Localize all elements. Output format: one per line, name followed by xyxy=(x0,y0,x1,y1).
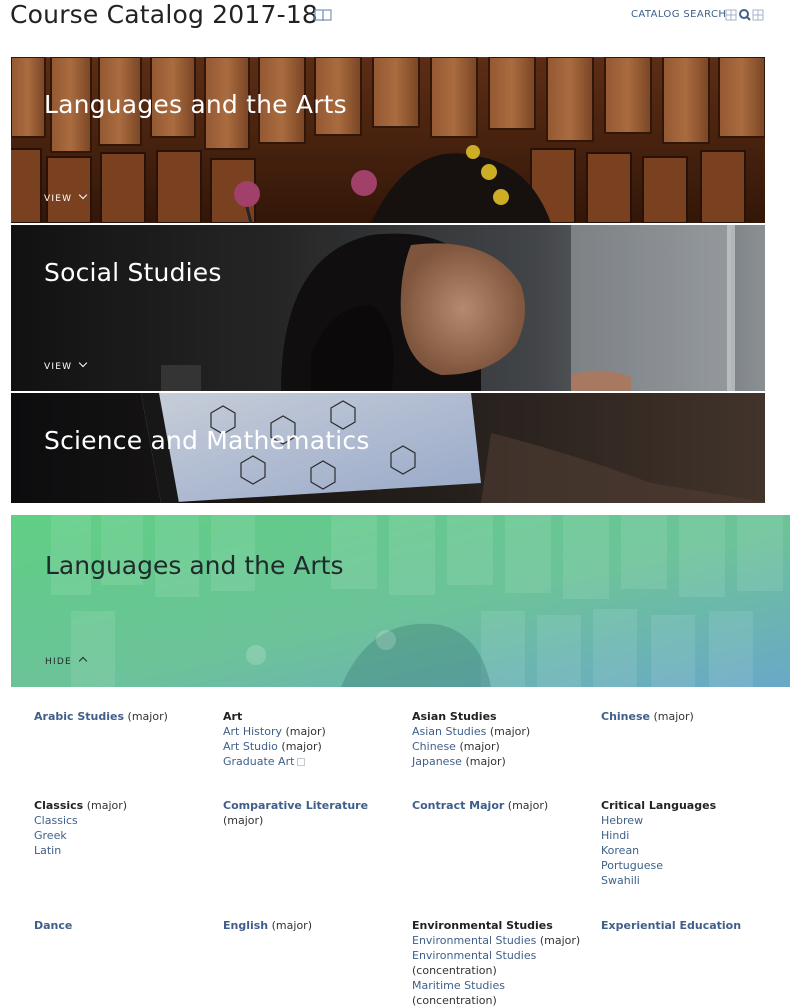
program-link[interactable]: Art Studio xyxy=(223,740,278,753)
banner-title: Science and Mathematics xyxy=(44,426,370,455)
program-art: Art Art History (major) Art Studio (majo… xyxy=(223,709,403,769)
program-note: (major) xyxy=(271,919,312,932)
external-link-icon xyxy=(297,758,306,766)
program-comparative-literature: Comparative Literature (major) xyxy=(223,798,403,828)
toggle-label: VIEW xyxy=(44,194,73,204)
program-link[interactable]: Environmental Studies xyxy=(412,949,536,962)
program-english: English (major) xyxy=(223,918,403,933)
expanded-banner-background xyxy=(11,515,790,687)
program-heading: Asian Studies xyxy=(412,710,497,723)
hide-toggle[interactable]: HIDE xyxy=(45,656,88,667)
student-photo xyxy=(11,225,765,391)
page-title: Course Catalog 2017-18 xyxy=(10,0,319,29)
toggle-label: HIDE xyxy=(45,657,72,667)
program-chinese: Chinese (major) xyxy=(601,709,781,724)
program-heading: Environmental Studies xyxy=(412,919,553,932)
program-link[interactable]: Contract Major xyxy=(412,799,504,812)
program-experiential-education: Experiential Education xyxy=(601,918,781,933)
program-note: (concentration) xyxy=(412,964,497,977)
toggle-label: VIEW xyxy=(44,362,73,372)
program-note: (major) xyxy=(653,710,694,723)
program-heading: Critical Languages xyxy=(601,799,717,812)
program-link[interactable]: Dance xyxy=(34,919,72,932)
program-dance: Dance xyxy=(34,918,214,933)
program-note: (concentration) xyxy=(412,994,497,1006)
program-link[interactable]: Latin xyxy=(34,843,214,858)
program-link[interactable]: Graduate Art xyxy=(223,755,294,768)
program-link[interactable]: Chinese xyxy=(412,740,456,753)
program-note: (major) xyxy=(465,755,506,768)
program-contract-major: Contract Major (major) xyxy=(412,798,592,813)
program-link[interactable]: Classics xyxy=(34,813,214,828)
program-asian-studies: Asian Studies Asian Studies (major) Chin… xyxy=(412,709,592,769)
program-critical-languages: Critical Languages Hebrew Hindi Korean P… xyxy=(601,798,781,888)
program-note: (major) xyxy=(459,740,500,753)
book-icon[interactable] xyxy=(314,8,332,22)
program-link[interactable]: English xyxy=(223,919,268,932)
program-arabic-studies: Arabic Studies (major) xyxy=(34,709,214,724)
program-environmental-studies: Environmental Studies Environmental Stud… xyxy=(412,918,592,1006)
marimba-photo xyxy=(11,57,765,223)
program-link[interactable]: Environmental Studies xyxy=(412,934,536,947)
chevron-up-icon xyxy=(78,656,88,666)
expanded-title: Languages and the Arts xyxy=(45,551,344,580)
banner-title: Social Studies xyxy=(44,258,222,287)
view-toggle[interactable]: VIEW xyxy=(44,190,88,204)
catalog-search-link[interactable]: CATALOG SEARCH xyxy=(631,9,726,20)
program-link[interactable]: Swahili xyxy=(601,873,781,888)
program-link[interactable]: Korean xyxy=(601,843,781,858)
program-note: (major) xyxy=(507,799,549,812)
program-note: (major) xyxy=(489,725,531,738)
banner-title: Languages and the Arts xyxy=(44,90,347,119)
program-note: (major) xyxy=(127,710,168,723)
program-link[interactable]: Chinese xyxy=(601,710,650,723)
program-note: (major) xyxy=(285,725,326,738)
program-link[interactable]: Arabic Studies xyxy=(34,710,124,723)
program-heading: Art xyxy=(223,710,243,723)
program-note: (major) xyxy=(281,740,322,753)
expanded-section-languages-arts: Languages and the Arts HIDE xyxy=(11,515,790,687)
program-note: (major) xyxy=(223,814,264,827)
top-bar: Course Catalog 2017-18 CATALOG SEARCH xyxy=(0,0,800,40)
program-note: (major) xyxy=(86,799,128,812)
program-link[interactable]: Experiential Education xyxy=(601,919,741,932)
program-link[interactable]: Greek xyxy=(34,828,214,843)
program-link[interactable]: Hindi xyxy=(601,828,781,843)
program-link[interactable]: Asian Studies xyxy=(412,725,486,738)
program-note: (major) xyxy=(539,934,581,947)
banner-science-math[interactable]: Science and Mathematics xyxy=(11,393,765,503)
program-heading: Classics xyxy=(34,799,84,812)
program-classics: Classics (major) Classics Greek Latin xyxy=(34,798,214,858)
search-icon[interactable] xyxy=(725,8,765,22)
program-link[interactable]: Comparative Literature xyxy=(223,799,368,812)
program-link[interactable]: Art History xyxy=(223,725,282,738)
view-toggle[interactable]: VIEW xyxy=(44,358,88,372)
program-link[interactable]: Hebrew xyxy=(601,813,781,828)
banner-social-studies[interactable]: Social Studies VIEW xyxy=(11,225,765,391)
banner-languages-arts[interactable]: Languages and the Arts VIEW xyxy=(11,57,765,223)
program-link[interactable]: Maritime Studies xyxy=(412,979,505,992)
program-link[interactable]: Japanese xyxy=(412,755,462,768)
program-link[interactable]: Portuguese xyxy=(601,858,781,873)
